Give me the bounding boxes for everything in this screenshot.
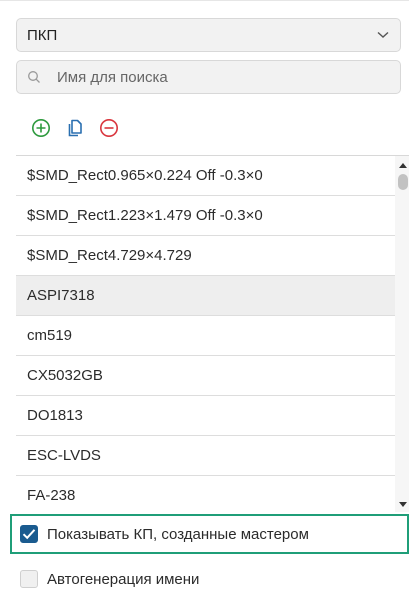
list-item[interactable]: CX5032GB — [16, 356, 395, 396]
top-divider — [0, 0, 409, 1]
minus-circle-icon[interactable] — [98, 117, 120, 139]
list-toolbar — [30, 117, 132, 139]
autogen-name-label: Автогенерация имени — [47, 570, 200, 588]
list-item-selected[interactable]: ASPI7318 — [16, 276, 395, 316]
list-item[interactable]: $SMD_Rect1.223×1.479 Off -0.3×0 — [16, 196, 395, 236]
scrollbar-thumb[interactable] — [398, 174, 408, 190]
autogen-name-option[interactable]: Автогенерация имени — [12, 562, 409, 596]
type-select-value: ПКП — [27, 26, 58, 44]
search-input[interactable] — [57, 68, 390, 86]
checkbox-checked[interactable] — [20, 525, 38, 543]
list-item-label: FA-238 — [27, 487, 76, 504]
search-icon — [27, 69, 43, 85]
checkbox-unchecked[interactable] — [20, 570, 38, 588]
pad-list: $SMD_Rect0.965×0.224 Off -0.3×0 $SMD_Rec… — [16, 155, 409, 512]
search-field[interactable] — [16, 60, 401, 94]
list-item[interactable]: $SMD_Rect0.965×0.224 Off -0.3×0 — [16, 156, 395, 196]
list-item-label: $SMD_Rect4.729×4.729 — [27, 247, 192, 264]
list-item-label: $SMD_Rect1.223×1.479 Off -0.3×0 — [27, 207, 263, 224]
list-item[interactable]: ESC-LVDS — [16, 436, 395, 476]
list-item-label: ASPI7318 — [27, 287, 95, 304]
scroll-down-arrow-icon[interactable] — [395, 497, 409, 511]
list-item[interactable]: FA-238 — [16, 476, 395, 512]
plus-circle-icon[interactable] — [30, 117, 52, 139]
list-item[interactable]: $SMD_Rect4.729×4.729 — [16, 236, 395, 276]
list-item-label: cm519 — [27, 327, 73, 344]
list-item[interactable]: cm519 — [16, 316, 395, 356]
copy-icon[interactable] — [64, 117, 86, 139]
list-item[interactable]: DO1813 — [16, 396, 395, 436]
list-item-label: CX5032GB — [27, 367, 103, 384]
list-item-label: $SMD_Rect0.965×0.224 Off -0.3×0 — [27, 167, 263, 184]
show-wizard-pads-label: Показывать КП, созданные мастером — [47, 525, 309, 543]
list-item-label: ESC-LVDS — [27, 447, 101, 464]
show-wizard-pads-option[interactable]: Показывать КП, созданные мастером — [10, 514, 409, 554]
scroll-up-arrow-icon[interactable] — [395, 158, 409, 172]
list-item-label: DO1813 — [27, 407, 83, 424]
type-select[interactable]: ПКП — [16, 18, 401, 52]
chevron-down-icon — [376, 28, 390, 42]
list-scrollbar[interactable] — [395, 156, 409, 512]
